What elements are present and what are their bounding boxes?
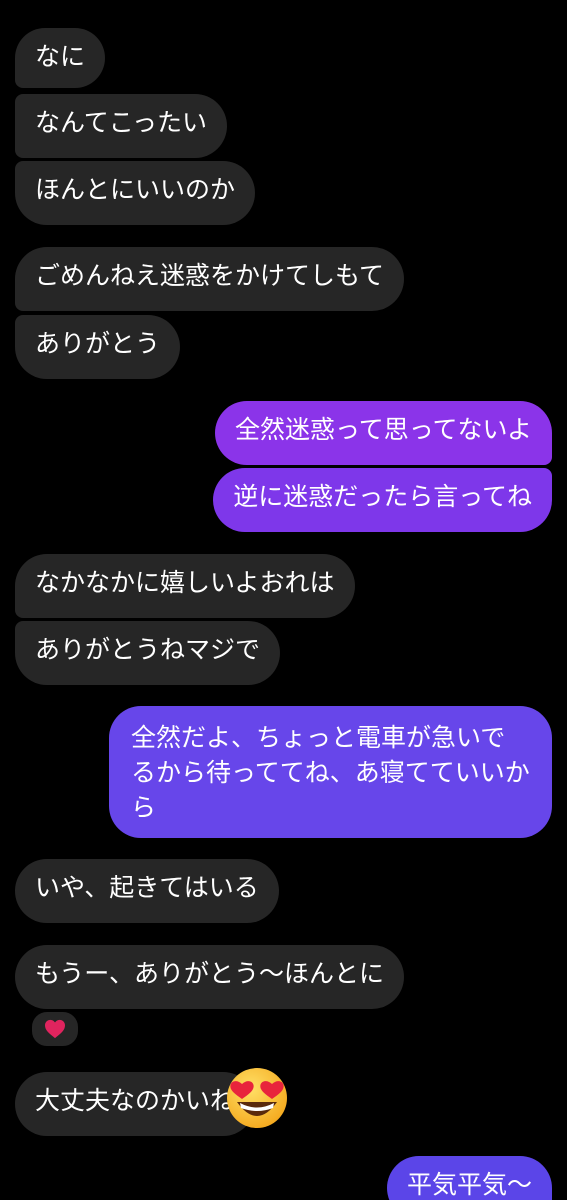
reaction-badge[interactable] [30, 1010, 80, 1048]
message-sent[interactable]: 平気平気〜 [386, 1156, 552, 1200]
chat-thread: なに なんてこったい ほんとにいいのか ごめんねえ迷惑をかけてしもて ありがとう… [0, 0, 567, 1200]
message-sent[interactable]: 全然迷惑って思ってないよ [214, 401, 552, 465]
message-sent[interactable]: 逆に迷惑だったら言ってね [213, 468, 552, 532]
heart-icon [45, 1019, 65, 1039]
message-received[interactable]: ごめんねえ迷惑をかけてしもて [15, 247, 405, 311]
message-received[interactable]: いや、起きてはいる [15, 859, 279, 923]
message-received[interactable]: ありがとうねマジで [15, 621, 281, 685]
message-received[interactable]: ほんとにいいのか [15, 161, 256, 225]
message-received[interactable]: なんてこったい [15, 94, 228, 158]
heart-eyes-emoji-icon [227, 1068, 287, 1128]
message-received[interactable]: 大丈夫なのかいね [15, 1072, 256, 1136]
message-received[interactable]: なに [15, 28, 106, 88]
message-received[interactable]: もうー、ありがとう〜ほんとに [15, 945, 405, 1009]
message-received[interactable]: ありがとう [15, 315, 181, 379]
message-sent[interactable]: 全然だよ、ちょっと電車が急いでるから待っててね、あ寝てていいから [109, 706, 552, 838]
message-received[interactable]: なかなかに嬉しいよおれは [15, 554, 355, 618]
